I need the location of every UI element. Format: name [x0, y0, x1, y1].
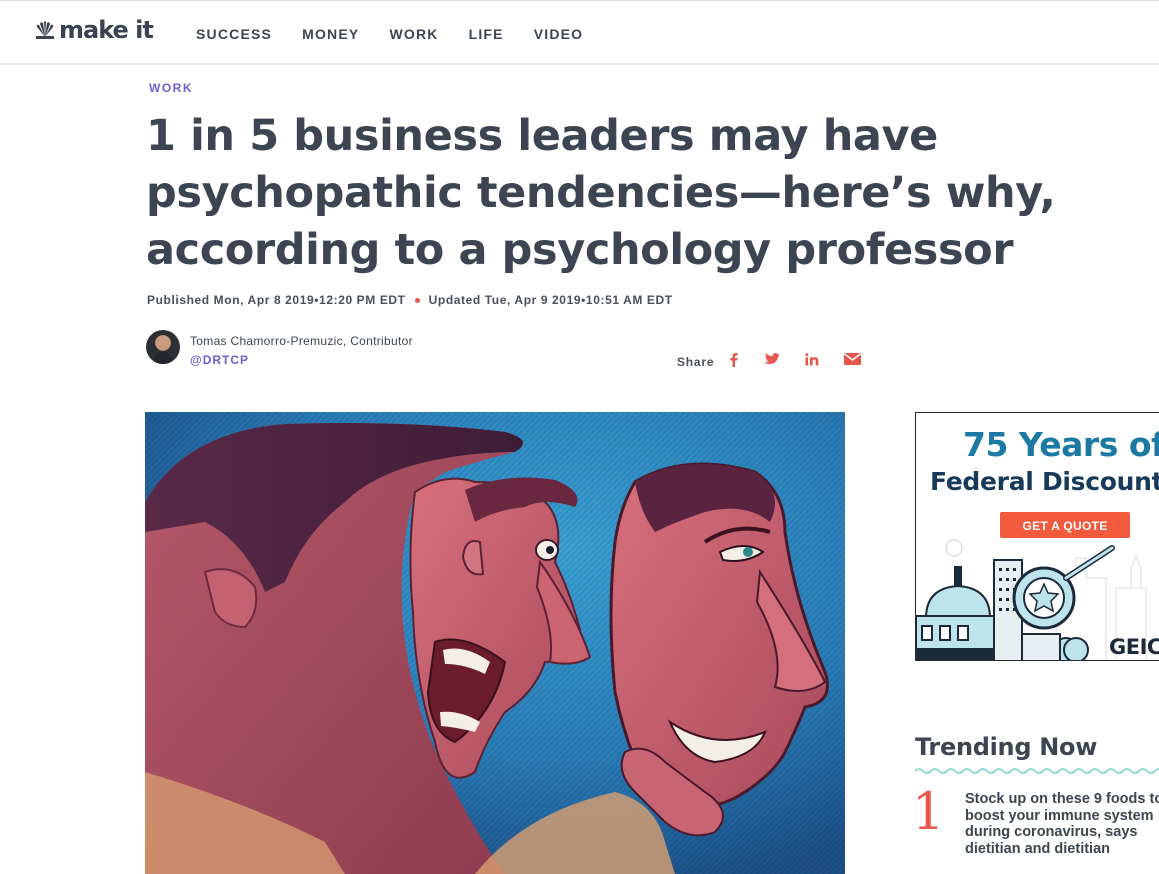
peacock-icon: [36, 21, 54, 39]
nav-item-work[interactable]: WORK: [389, 26, 438, 42]
trending-heading: Trending Now: [915, 733, 1098, 761]
ad-subtitle: Federal Discount: [930, 467, 1159, 496]
nav-item-video[interactable]: VIDEO: [534, 26, 584, 42]
share-label: Share: [677, 355, 715, 369]
site-logo[interactable]: make it: [34, 15, 154, 45]
article-headline: 1 in 5 business leaders may have psychop…: [146, 111, 1056, 275]
timestamp-separator: [414, 297, 420, 303]
wavy-divider: [915, 768, 1159, 774]
logo-wordmark: make it: [59, 16, 154, 44]
article-timestamps: Published Mon, Apr 8 2019•12:20 PM EDT U…: [147, 293, 673, 307]
main-nav: SUCCESS MONEY WORK LIFE VIDEO: [196, 26, 613, 42]
published-timestamp: Published Mon, Apr 8 2019•12:20 PM EDT: [147, 293, 406, 307]
linkedin-icon[interactable]: [803, 351, 821, 367]
site-header: make it SUCCESS MONEY WORK LIFE VIDEO: [0, 0, 1159, 65]
article-hero-illustration[interactable]: [145, 412, 845, 874]
trending-rank: 1: [912, 783, 945, 842]
ad-title: 75 Years of: [963, 425, 1159, 464]
author-name[interactable]: Tomas Chamorro-Premuzic, Contributor: [190, 334, 413, 348]
sidebar-ad[interactable]: 75 Years of Federal Discount GET A QUOTE: [915, 412, 1159, 661]
author-avatar[interactable]: [146, 330, 180, 364]
trending-item-link[interactable]: Stock up on these 9 foods to boost your …: [965, 791, 1159, 857]
nav-item-life[interactable]: LIFE: [469, 26, 504, 42]
facebook-icon[interactable]: [724, 351, 742, 367]
email-icon[interactable]: [843, 351, 861, 367]
updated-timestamp: Updated Tue, Apr 9 2019•10:51 AM EDT: [428, 293, 673, 307]
article-section-link[interactable]: WORK: [149, 81, 193, 95]
get-a-quote-button[interactable]: GET A QUOTE: [1000, 512, 1130, 538]
ad-brand-logo: GEICO: [1109, 635, 1159, 659]
author-twitter-handle[interactable]: @DRTCP: [190, 353, 249, 367]
nav-item-success[interactable]: SUCCESS: [196, 26, 272, 42]
nav-item-money[interactable]: MONEY: [302, 26, 359, 42]
twitter-icon[interactable]: [763, 351, 781, 367]
